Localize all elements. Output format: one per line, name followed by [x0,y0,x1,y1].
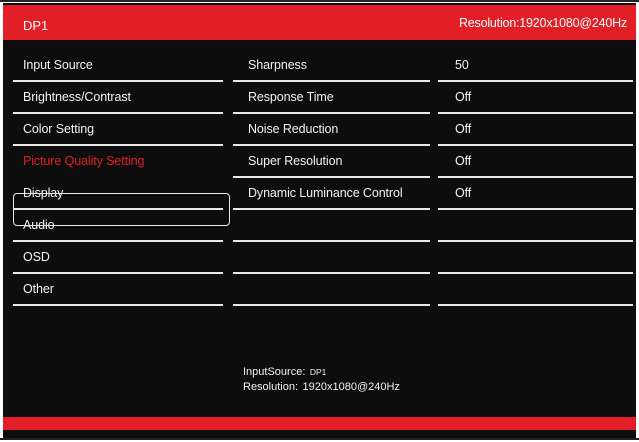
menu-item-input-source[interactable]: Input Source [13,50,223,82]
value-text: Off [455,186,472,200]
resolution-status: Resolution:1920x1080@240Hz [458,16,627,30]
menu-item-picture-quality-setting[interactable]: Picture Quality Setting [13,146,223,178]
menu-item-color-setting[interactable]: Color Setting [13,114,223,146]
value-noise-reduction[interactable]: Off [438,114,633,146]
submenu-empty-row [233,210,430,242]
menu-item-other[interactable]: Other [13,274,223,306]
menu-item-label: Picture Quality Setting [23,154,145,168]
submenu-divider [233,304,430,306]
submenu-item-dynamic-luminance-control[interactable]: Dynamic Luminance Control [233,178,430,210]
value-super-resolution[interactable]: Off [438,146,633,178]
submenu: Sharpness Response Time Noise Reduction … [233,50,430,306]
resolution-label: Resolution: [243,381,299,393]
value-column: 50 Off Off Off Off [438,50,633,306]
top-border [0,0,639,2]
submenu-item-label: Super Resolution [248,154,343,168]
menu-item-brightness-contrast[interactable]: Brightness/Contrast [13,82,223,114]
osd-footer-bar [3,417,636,430]
submenu-item-label: Sharpness [248,58,307,72]
submenu-item-label: Noise Reduction [248,122,339,136]
value-text: Off [455,122,472,136]
selection-highlight [13,193,230,226]
input-source-label: InputSource: [243,366,306,378]
menu-item-label: Color Setting [23,122,94,136]
bottom-border [0,438,639,440]
menu-item-label: Input Source [23,58,93,72]
main-menu: Input Source Brightness/Contrast Color S… [13,50,230,306]
value-empty-row [438,242,633,274]
value-response-time[interactable]: Off [438,82,633,114]
submenu-item-noise-reduction[interactable]: Noise Reduction [233,114,430,146]
menu-item-osd[interactable]: OSD [13,242,223,274]
value-text: Off [455,154,472,168]
submenu-item-label: Dynamic Luminance Control [248,186,403,200]
menu-item-label: Other [23,282,54,296]
value-text: 50 [455,58,469,72]
submenu-item-sharpness[interactable]: Sharpness [233,50,430,82]
resolution-info: Resolution: 1920x1080@240Hz [243,379,400,394]
value-divider [438,304,633,306]
input-source-value: DP1 [309,367,327,377]
resolution-value: 1920x1080@240Hz [302,381,400,393]
value-text: Off [455,90,472,104]
value-empty-row [438,274,633,306]
menu-item-label: OSD [23,250,50,264]
submenu-item-super-resolution[interactable]: Super Resolution [233,146,430,178]
value-dynamic-luminance-control[interactable]: Off [438,178,633,210]
menu-item-label: Brightness/Contrast [23,90,131,104]
submenu-item-response-time[interactable]: Response Time [233,82,430,114]
input-title: DP1 [23,18,49,33]
value-empty-row [438,210,633,242]
submenu-empty-row [233,274,430,306]
value-sharpness[interactable]: 50 [438,50,633,82]
submenu-item-label: Response Time [248,90,334,104]
submenu-empty-row [233,242,430,274]
input-source-info: InputSource: DP1 [243,364,400,379]
osd-header: DP1 Resolution:1920x1080@240Hz [3,5,636,40]
signal-info: InputSource: DP1 Resolution: 1920x1080@2… [243,364,400,394]
menu-divider [13,304,223,306]
